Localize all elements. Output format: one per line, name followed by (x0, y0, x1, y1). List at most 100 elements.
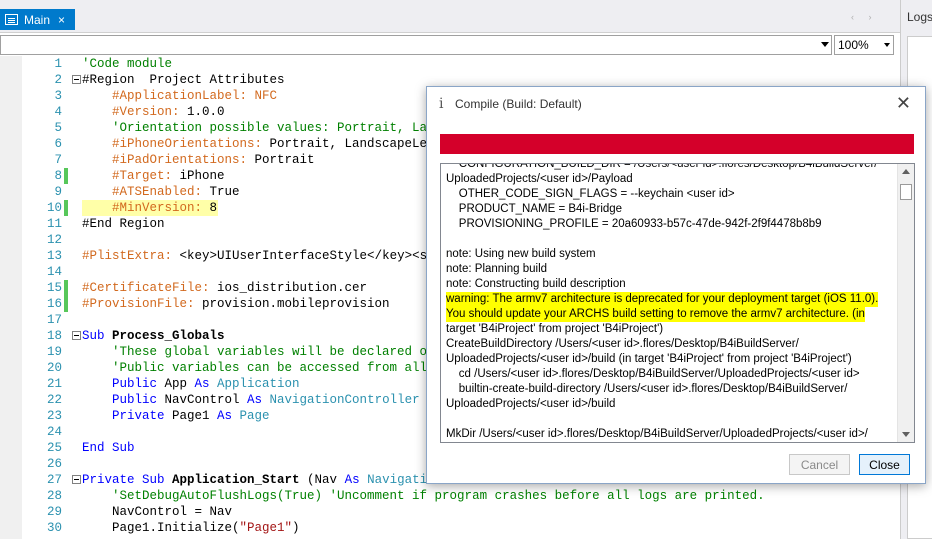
tab-main-label: Main (24, 12, 51, 27)
method-dropdown[interactable] (0, 35, 832, 55)
code-token: Private (82, 409, 173, 423)
code-token: As (344, 473, 368, 487)
code-token: (Nav (307, 473, 345, 487)
code-token: #End Region (82, 217, 165, 231)
code-text: Private Page1 As Page (82, 408, 270, 424)
line-number: 3 (54, 89, 62, 103)
code-text: 'Public variables can be accessed from a… (82, 360, 457, 376)
close-icon[interactable]: ✕ (896, 93, 911, 114)
line-number: 17 (46, 313, 62, 327)
scroll-down-icon[interactable] (902, 432, 910, 437)
code-text: #iPadOrientations: Portrait (82, 152, 315, 168)
scroll-up-icon[interactable] (902, 169, 910, 174)
cancel-button[interactable]: Cancel (789, 454, 850, 475)
code-text: #CertificateFile: ios_distribution.cer (82, 280, 367, 296)
code-token: ) (292, 521, 300, 535)
log-line: note: Using new build system (446, 248, 596, 260)
code-text: #Region Project Attributes (82, 72, 285, 88)
code-token: #MinVersion: (82, 201, 210, 215)
change-marker (64, 296, 68, 312)
code-text: NavControl = Nav (82, 504, 232, 520)
code-text: Public App As Application (82, 376, 300, 392)
code-text: #End Region (82, 216, 165, 232)
code-token: Sub (82, 329, 113, 343)
log-line: OTHER_CODE_SIGN_FLAGS = --keychain <user… (446, 188, 735, 200)
dialog-titlebar: i Compile (Build: Default) ✕ (427, 87, 925, 121)
code-text: Public NavControl As NavigationControlle… (82, 392, 420, 408)
code-token: End Sub (82, 441, 135, 455)
code-token: #PlistExtra: (82, 249, 180, 263)
collapse-icon[interactable] (72, 75, 81, 84)
line-number: 24 (46, 425, 62, 439)
code-line[interactable]: 30 Page1.Initialize("Page1") (0, 520, 900, 536)
line-number: 20 (46, 361, 62, 375)
log-line: note: Planning build (446, 263, 548, 275)
build-log[interactable]: CONFIGURATION_BUILD_DIR = /Users/<user i… (440, 163, 915, 443)
code-text: #ATSEnabled: True (82, 184, 240, 200)
line-number: 2 (54, 73, 62, 87)
tab-main[interactable]: Main × (0, 9, 75, 30)
code-token: 1.0.0 (187, 105, 225, 119)
code-line[interactable]: 29 NavControl = Nav (0, 504, 900, 520)
code-token: NFC (254, 89, 278, 103)
code-token: Public (82, 377, 165, 391)
code-token: NavigationController (269, 393, 420, 407)
line-number: 12 (46, 233, 62, 247)
line-number: 6 (54, 137, 62, 151)
collapse-icon[interactable] (72, 331, 81, 340)
code-token: #Version: (82, 105, 188, 119)
change-marker (64, 168, 68, 184)
code-token: 'Public variables can be accessed from a… (82, 361, 458, 375)
code-token: True (209, 185, 240, 199)
code-token: Portrait, LandscapeLeft, (269, 137, 450, 151)
code-text: 'These global variables will be declared… (82, 344, 450, 360)
close-button[interactable]: Close (859, 454, 910, 475)
code-token: 'SetDebugAutoFlushLogs(True) 'Uncomment … (82, 489, 765, 503)
log-warning-line: warning: The armv7 architecture is depre… (446, 292, 879, 307)
log-line: target 'B4iProject' from project 'B4iPro… (446, 323, 664, 335)
code-token: 8 (209, 201, 218, 215)
code-text: 'Code module (82, 56, 172, 72)
logs-tab[interactable]: Logs (907, 10, 932, 24)
code-token: #iPadOrientations: (82, 153, 255, 167)
code-token: #Region Project Attributes (82, 73, 285, 87)
tab-scroll-arrows[interactable]: ‹ › (851, 12, 878, 22)
line-number: 26 (46, 457, 62, 471)
code-token: Application (217, 377, 300, 391)
change-marker (64, 200, 68, 216)
line-number: 11 (46, 217, 62, 231)
document-tab-strip: Main × ‹ › (0, 0, 900, 32)
code-text: #ProvisionFile: provision.mobileprovisio… (82, 296, 390, 312)
collapse-icon[interactable] (72, 475, 81, 484)
line-number: 1 (54, 57, 62, 71)
zoom-dropdown[interactable]: 100% (834, 35, 894, 55)
code-token: As (194, 377, 218, 391)
log-line: UploadedProjects/<user id>/Payload (446, 173, 633, 185)
code-token: #ApplicationLabel: (82, 89, 255, 103)
line-number: 18 (46, 329, 62, 343)
line-number: 22 (46, 393, 62, 407)
line-number: 28 (46, 489, 62, 503)
code-line[interactable]: 28 'SetDebugAutoFlushLogs(True) 'Uncomme… (0, 488, 900, 504)
log-scrollbar[interactable] (897, 164, 914, 442)
log-line: note: Constructing build description (446, 278, 626, 290)
code-token: #iPhoneOrientations: (82, 137, 270, 151)
code-token: #ProvisionFile: (82, 297, 203, 311)
log-line: UploadedProjects/<user id>/build (446, 398, 616, 410)
chevron-down-icon (884, 43, 890, 47)
info-icon: i (439, 96, 444, 112)
line-number: 29 (46, 505, 62, 519)
chevron-down-icon (821, 42, 829, 47)
code-token: 'Orientation possible values: Portrait, … (82, 121, 458, 135)
code-token: #Target: (82, 169, 180, 183)
scroll-thumb[interactable] (900, 184, 912, 200)
tab-close-icon[interactable]: × (58, 13, 65, 27)
code-token: As (247, 393, 270, 407)
line-number: 13 (46, 249, 62, 263)
dialog-title: Compile (Build: Default) (455, 97, 582, 111)
code-text: 'SetDebugAutoFlushLogs(True) 'Uncomment … (82, 488, 765, 504)
log-line: PROVISIONING_PROFILE = 20a60933-b57c-47d… (446, 218, 822, 230)
code-token: Page (239, 409, 270, 423)
code-line[interactable]: 1 'Code module (0, 56, 900, 72)
log-warning-line: You should update your ARCHS build setti… (446, 307, 865, 322)
